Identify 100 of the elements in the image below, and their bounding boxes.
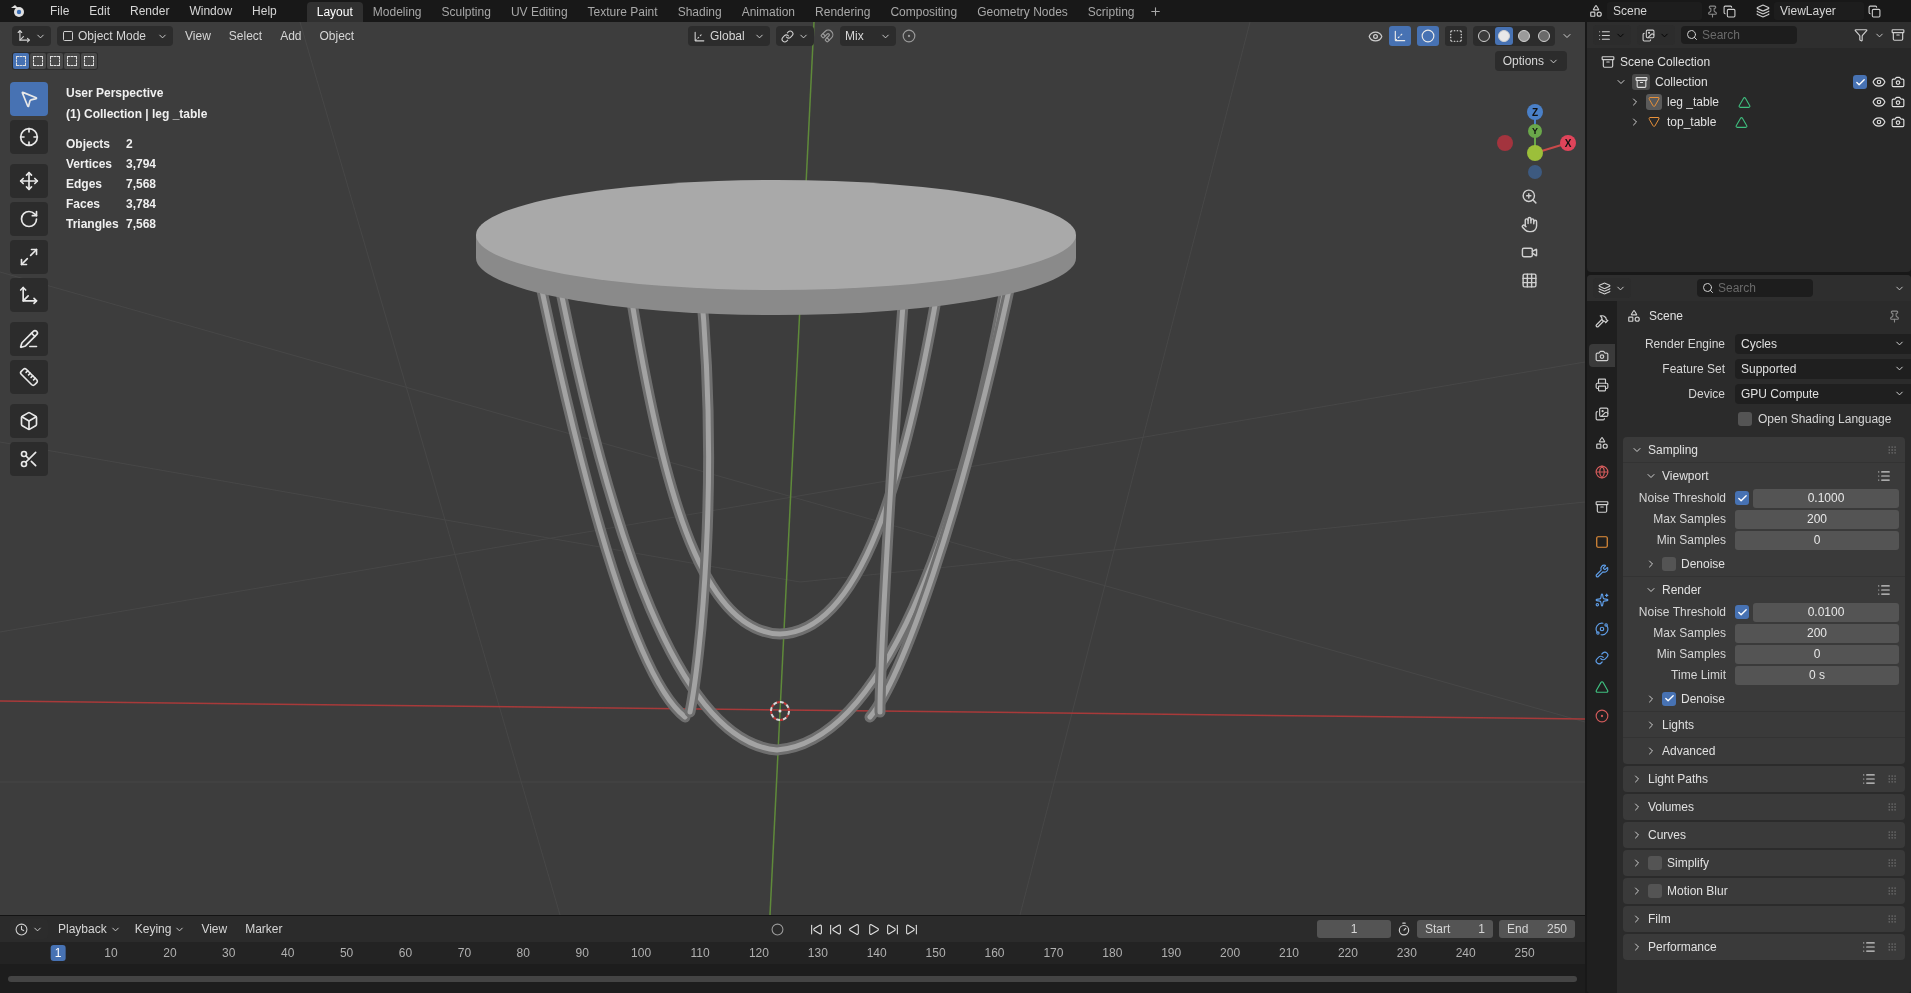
drag-handle-icon[interactable] [1887, 773, 1897, 784]
visibility-icon[interactable] [1368, 28, 1383, 44]
menu-item[interactable]: View [195, 920, 234, 938]
panel-title[interactable]: Advanced [1662, 741, 1716, 760]
proportional-edit-icon[interactable] [902, 29, 916, 43]
panel-title[interactable]: Denoise [1681, 554, 1726, 573]
scene-field[interactable]: Scene [1607, 2, 1702, 20]
eye-icon[interactable] [1872, 115, 1886, 129]
camera-icon[interactable] [1891, 95, 1905, 109]
checkbox[interactable] [1735, 491, 1749, 505]
selection-mode-button[interactable] [30, 53, 46, 69]
stopwatch-icon[interactable] [1397, 922, 1411, 936]
drag-handle-icon[interactable] [1887, 913, 1897, 924]
selection-mode-button[interactable] [64, 53, 80, 69]
panel-title[interactable]: Denoise [1681, 689, 1726, 708]
menu-item[interactable]: File [40, 2, 80, 20]
toggle-button[interactable] [1389, 26, 1411, 46]
hand-icon[interactable] [1521, 216, 1538, 233]
jump-end-icon[interactable] [904, 922, 918, 936]
selection-mode-button[interactable] [13, 53, 29, 69]
mode-dropdown[interactable]: Object Mode [57, 26, 173, 46]
panel-title[interactable]: Light Paths [1648, 769, 1709, 788]
magnet-icon[interactable] [820, 29, 834, 43]
tool-button[interactable] [10, 120, 48, 154]
tool-button[interactable] [10, 164, 48, 198]
drag-handle-icon[interactable] [1887, 941, 1897, 952]
tool-button[interactable] [10, 240, 48, 274]
jump-start-icon[interactable] [809, 922, 823, 936]
workspace-tab[interactable]: Texture Paint [577, 2, 668, 22]
menu-item[interactable]: Window [179, 2, 243, 20]
menu-item[interactable]: Render [120, 2, 180, 20]
eye-icon[interactable] [1872, 95, 1886, 109]
panel-title[interactable]: Simplify [1667, 853, 1709, 872]
drag-handle-icon[interactable] [1887, 857, 1897, 868]
dropdown[interactable]: Supported [1735, 358, 1911, 379]
grid-icon[interactable] [1521, 272, 1538, 289]
workspace-tab[interactable]: Layout [306, 2, 363, 22]
3d-cursor-icon[interactable] [770, 701, 790, 721]
menu-item[interactable]: View [179, 27, 217, 45]
view-layer-field[interactable]: ViewLayer [1774, 2, 1864, 20]
play-icon[interactable] [866, 922, 880, 936]
number-field[interactable]: 0 [1735, 530, 1899, 550]
workspace-tab[interactable]: Compositing [880, 2, 968, 22]
tool-button[interactable] [10, 404, 48, 438]
drag-handle-icon[interactable] [1887, 829, 1897, 840]
selection-mode-button[interactable] [47, 53, 63, 69]
number-field[interactable]: 0.1000 [1753, 488, 1899, 508]
checkbox[interactable] [1738, 411, 1752, 426]
number-field[interactable]: 0 [1735, 644, 1899, 664]
pin-icon[interactable] [1706, 4, 1719, 18]
tool-button[interactable] [10, 442, 48, 476]
editor-type-button[interactable] [12, 26, 51, 46]
menu-item[interactable]: Help [242, 2, 287, 20]
checkbox[interactable] [1735, 605, 1749, 619]
copy-icon[interactable] [1868, 4, 1881, 18]
layers-icon[interactable] [1756, 4, 1770, 18]
pin-icon[interactable] [1888, 309, 1901, 323]
camera-icon[interactable] [1891, 75, 1905, 89]
drag-handle-icon[interactable] [1887, 444, 1897, 455]
presets-list-icon[interactable] [1862, 939, 1876, 954]
workspace-tab[interactable]: Sculpting [431, 2, 501, 22]
checkbox-label[interactable]: Open Shading Language [1758, 409, 1892, 428]
new-collection-icon[interactable] [1891, 28, 1905, 42]
workspace-tab[interactable]: Scripting [1077, 2, 1145, 22]
outliner-item[interactable]: top_table [1667, 113, 1717, 131]
workspace-tab[interactable]: Shading [667, 2, 732, 22]
checkbox[interactable] [1648, 855, 1662, 870]
panel-title[interactable]: Performance [1648, 937, 1717, 956]
workspace-tab[interactable]: Rendering [805, 2, 881, 22]
properties-tab[interactable] [1589, 344, 1615, 367]
checkbox[interactable] [1853, 75, 1867, 89]
add-workspace-icon[interactable] [1148, 5, 1162, 18]
presets-list-icon[interactable] [1877, 582, 1891, 597]
dropdown[interactable]: Cycles [1735, 333, 1911, 354]
outliner-item[interactable]: Collection [1655, 73, 1708, 91]
panel-title[interactable]: Volumes [1648, 797, 1695, 816]
scroll-bar[interactable] [8, 975, 1577, 982]
toggle-button[interactable] [1445, 26, 1467, 46]
drag-handle-icon[interactable] [1887, 801, 1897, 812]
menu-dropdown[interactable]: Keying [130, 920, 190, 938]
menu-item[interactable]: Object [313, 27, 361, 45]
panel-title[interactable]: Curves [1648, 825, 1686, 844]
workspace-tab[interactable]: UV Editing [500, 2, 578, 22]
orientation-dropdown[interactable]: Global [688, 26, 770, 46]
menu-item[interactable]: Add [274, 27, 308, 45]
next-keyframe-icon[interactable] [885, 922, 899, 936]
panel-title[interactable]: Motion Blur [1667, 881, 1728, 900]
menu-item[interactable]: Edit [79, 2, 121, 20]
end-frame-field[interactable]: End 250 [1499, 920, 1575, 938]
previous-keyframe-icon[interactable] [828, 922, 842, 936]
panel-title[interactable]: Render [1662, 580, 1702, 599]
outliner-item[interactable]: leg _table [1667, 93, 1720, 111]
play-reverse-icon[interactable] [847, 922, 861, 936]
pivot-dropdown[interactable] [776, 26, 814, 46]
current-frame-field[interactable]: 1 [1317, 920, 1391, 938]
menu-item[interactable]: Marker [239, 920, 289, 938]
panel-title[interactable]: Sampling [1648, 440, 1699, 459]
shading-mode-button[interactable] [1495, 27, 1513, 45]
menu-item[interactable]: Select [222, 27, 269, 45]
navigation-gizmo[interactable] [1497, 104, 1576, 179]
